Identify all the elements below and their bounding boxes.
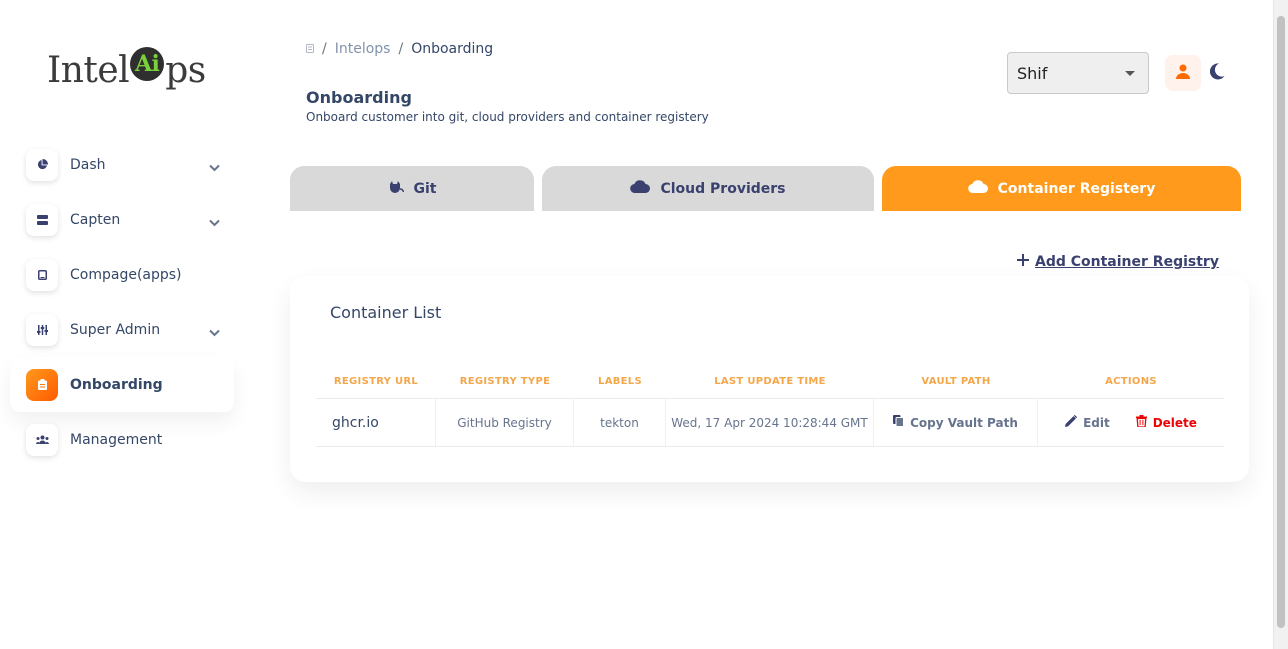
delete-button[interactable]: Delete [1135,415,1197,430]
users-icon [26,423,58,456]
edit-label: Edit [1083,415,1110,430]
sidebar-item-onboarding[interactable]: Onboarding [10,357,234,412]
trash-icon [1135,415,1147,430]
tab-cloud-providers[interactable]: Cloud Providers [542,166,874,211]
sidebar-item-management[interactable]: Management [10,412,234,467]
plus-icon [1017,254,1029,270]
tab-label: Cloud Providers [660,180,786,197]
logo-badge-text: Ai [134,51,160,77]
server-icon [26,203,58,236]
add-link-label: Add Container Registry [1035,254,1219,270]
breadcrumb-separator: / [322,41,327,57]
sidebar-item-label: Capten [70,211,121,228]
chevron-down-icon[interactable] [209,157,220,176]
container-list-card: Container List REGISTRY URL REGISTRY TYP… [290,276,1249,482]
logo-ai-badge: Ai [130,47,165,81]
pencil-icon [1065,414,1078,430]
clipboard-icon [26,368,58,401]
tab-git[interactable]: Git [290,166,534,211]
sidebar-item-label: Dash [70,156,106,173]
sidebar-item-label: Onboarding [70,376,163,393]
container-table: REGISTRY URL REGISTRY TYPE LABELS LAST U… [316,364,1224,447]
table-header-row: REGISTRY URL REGISTRY TYPE LABELS LAST U… [316,364,1224,399]
sidebar-item-label: Management [70,431,163,448]
cell-vault-path: Copy Vault Path [874,399,1038,446]
chevron-down-icon[interactable] [209,322,220,341]
breadcrumb-item-intelops[interactable]: Intelops [335,41,391,57]
delete-label: Delete [1152,415,1197,430]
cell-registry-url: ghcr.io [316,399,436,446]
card-title: Container List [330,303,442,322]
page-scrollbar[interactable] [1273,0,1288,649]
add-container-registry-link[interactable]: Add Container Registry [1017,254,1219,270]
sidebar-nav: Dash Capten Compage(apps) Super Admin On… [10,137,234,467]
sidebar-item-label: Super Admin [70,321,161,338]
page-title: Onboarding [306,88,412,107]
sidebar-item-label: Compage(apps) [70,266,182,283]
copy-icon [893,415,905,430]
column-header-actions: ACTIONS [1105,375,1157,387]
breadcrumb-item-current: Onboarding [411,41,494,57]
cell-last-update: Wed, 17 Apr 2024 10:28:44 GMT [666,399,874,446]
dark-mode-toggle[interactable] [1205,60,1229,86]
tab-label: Git [413,180,437,197]
intelops-logo[interactable]: Intel Ai ps [47,44,206,96]
breadcrumb-separator: / [398,41,404,57]
column-header-registry-url: REGISTRY URL [333,375,419,387]
copy-vault-path-label: Copy Vault Path [910,415,1018,430]
sidebar-item-compage[interactable]: Compage(apps) [10,247,234,302]
cell-labels: tekton [574,399,666,446]
sidebar-item-capten[interactable]: Capten [10,192,234,247]
tab-label: Container Registery [997,180,1156,197]
logo-text-end: ps [165,49,206,91]
logo-text-start: Intel [47,49,130,91]
sidebar-item-super-admin[interactable]: Super Admin [10,302,234,357]
user-profile-button[interactable] [1165,55,1201,91]
column-header-last-update: LAST UPDATE TIME [714,375,826,387]
tablet-icon [26,258,58,291]
tab-container-registery[interactable]: Container Registery [882,166,1241,211]
cell-actions: Edit Delete [1038,399,1224,446]
pie-chart-icon [26,148,58,181]
column-header-registry-type: REGISTRY TYPE [459,375,551,387]
table-row: ghcr.io GitHub Registry tekton Wed, 17 A… [316,399,1224,447]
chevron-down-icon[interactable] [209,212,220,231]
cell-registry-type: GitHub Registry [436,399,574,446]
breadcrumb-home-icon[interactable] [306,41,314,57]
breadcrumb: / Intelops / Onboarding [306,41,493,57]
cloud-icon [630,180,651,197]
page-subtitle: Onboard customer into git, cloud provide… [306,110,709,124]
edit-button[interactable]: Edit [1065,414,1110,430]
scrollbar-thumb[interactable] [1277,16,1285,628]
cloud-icon [967,180,988,197]
git-cat-icon [388,180,404,198]
sidebar: Intel Ai ps Dash Capten Compage(apps) Su… [0,0,250,649]
column-header-vault-path: VAULT PATH [921,375,991,387]
moon-icon [1209,62,1225,84]
sidebar-item-dash[interactable]: Dash [10,137,234,192]
caret-down-icon [1125,71,1135,76]
column-header-labels: LABELS [598,375,642,387]
user-icon [1176,64,1190,83]
copy-vault-path-button[interactable]: Copy Vault Path [893,415,1018,430]
organization-select-value: Shif [1017,63,1048,83]
organization-select[interactable]: Shif [1007,52,1149,94]
sliders-icon [26,313,58,346]
